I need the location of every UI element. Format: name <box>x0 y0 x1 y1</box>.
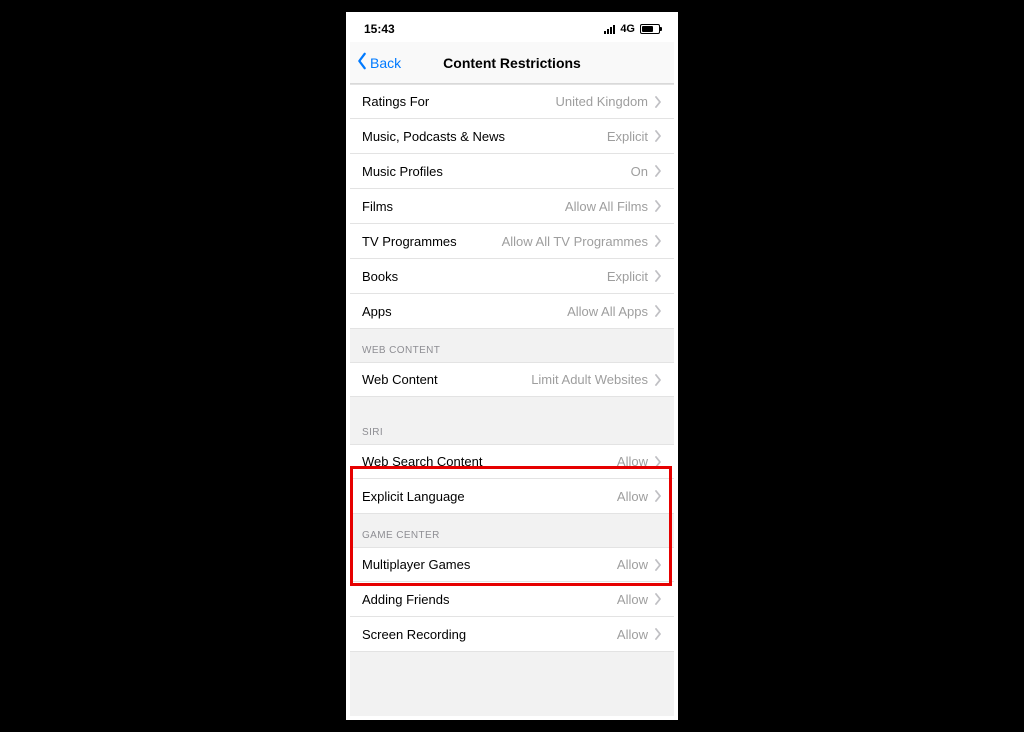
row-value: Allow <box>470 557 654 572</box>
settings-row[interactable]: BooksExplicit <box>350 259 674 294</box>
row-value: Allow <box>449 592 654 607</box>
chevron-right-icon <box>654 235 662 247</box>
battery-icon <box>640 24 660 34</box>
back-button-label: Back <box>370 55 401 71</box>
row-label: Apps <box>362 304 392 319</box>
row-value: United Kingdom <box>429 94 654 109</box>
chevron-right-icon <box>654 628 662 640</box>
settings-row[interactable]: Music, Podcasts & NewsExplicit <box>350 119 674 154</box>
chevron-right-icon <box>654 456 662 468</box>
settings-row[interactable]: Explicit LanguageAllow <box>350 479 674 514</box>
section-spacer <box>350 397 674 419</box>
row-value: Allow <box>465 489 654 504</box>
row-label: Web Search Content <box>362 454 482 469</box>
nav-title: Content Restrictions <box>443 55 581 71</box>
settings-row[interactable]: Adding FriendsAllow <box>350 582 674 617</box>
chevron-right-icon <box>654 200 662 212</box>
chevron-right-icon <box>654 374 662 386</box>
settings-row[interactable]: Web ContentLimit Adult Websites <box>350 362 674 397</box>
section-header-gc: Game Center <box>350 514 674 547</box>
row-value: Explicit <box>505 129 654 144</box>
section-header-web: Web Content <box>350 329 674 362</box>
row-value: Allow <box>466 627 654 642</box>
row-label: Explicit Language <box>362 489 465 504</box>
settings-row[interactable]: FilmsAllow All Films <box>350 189 674 224</box>
row-value: Allow All TV Programmes <box>457 234 654 249</box>
settings-row[interactable]: Screen RecordingAllow <box>350 617 674 652</box>
row-label: Books <box>362 269 398 284</box>
settings-list: Ratings ForUnited KingdomMusic, Podcasts… <box>350 84 674 652</box>
chevron-right-icon <box>654 130 662 142</box>
row-value: Allow All Apps <box>392 304 654 319</box>
status-bar: 15:43 4G <box>350 16 674 42</box>
status-time: 15:43 <box>364 22 395 36</box>
back-button[interactable]: Back <box>356 42 401 83</box>
row-label: Music, Podcasts & News <box>362 129 505 144</box>
row-value: On <box>443 164 654 179</box>
row-label: Multiplayer Games <box>362 557 470 572</box>
row-label: Web Content <box>362 372 438 387</box>
network-label: 4G <box>620 23 635 35</box>
signal-icon <box>604 24 615 34</box>
chevron-right-icon <box>654 96 662 108</box>
settings-row[interactable]: Web Search ContentAllow <box>350 444 674 479</box>
row-label: Screen Recording <box>362 627 466 642</box>
chevron-right-icon <box>654 270 662 282</box>
row-value: Limit Adult Websites <box>438 372 654 387</box>
row-label: TV Programmes <box>362 234 457 249</box>
row-value: Allow All Films <box>393 199 654 214</box>
status-right: 4G <box>604 23 660 35</box>
row-label: Adding Friends <box>362 592 449 607</box>
settings-row[interactable]: AppsAllow All Apps <box>350 294 674 329</box>
nav-bar: Back Content Restrictions <box>350 42 674 84</box>
settings-row[interactable]: TV ProgrammesAllow All TV Programmes <box>350 224 674 259</box>
chevron-right-icon <box>654 559 662 571</box>
chevron-right-icon <box>654 165 662 177</box>
settings-row[interactable]: Multiplayer GamesAllow <box>350 547 674 582</box>
settings-row[interactable]: Music ProfilesOn <box>350 154 674 189</box>
row-label: Ratings For <box>362 94 429 109</box>
chevron-right-icon <box>654 490 662 502</box>
section-header-siri: Siri <box>350 419 674 444</box>
row-value: Explicit <box>398 269 654 284</box>
row-label: Music Profiles <box>362 164 443 179</box>
phone-frame: 15:43 4G Back Content Restrictions Ratin… <box>346 12 678 720</box>
canvas: 15:43 4G Back Content Restrictions Ratin… <box>0 0 1024 732</box>
settings-row[interactable]: Ratings ForUnited Kingdom <box>350 84 674 119</box>
row-label: Films <box>362 199 393 214</box>
chevron-right-icon <box>654 593 662 605</box>
chevron-right-icon <box>654 305 662 317</box>
row-value: Allow <box>482 454 654 469</box>
chevron-left-icon <box>356 52 368 73</box>
